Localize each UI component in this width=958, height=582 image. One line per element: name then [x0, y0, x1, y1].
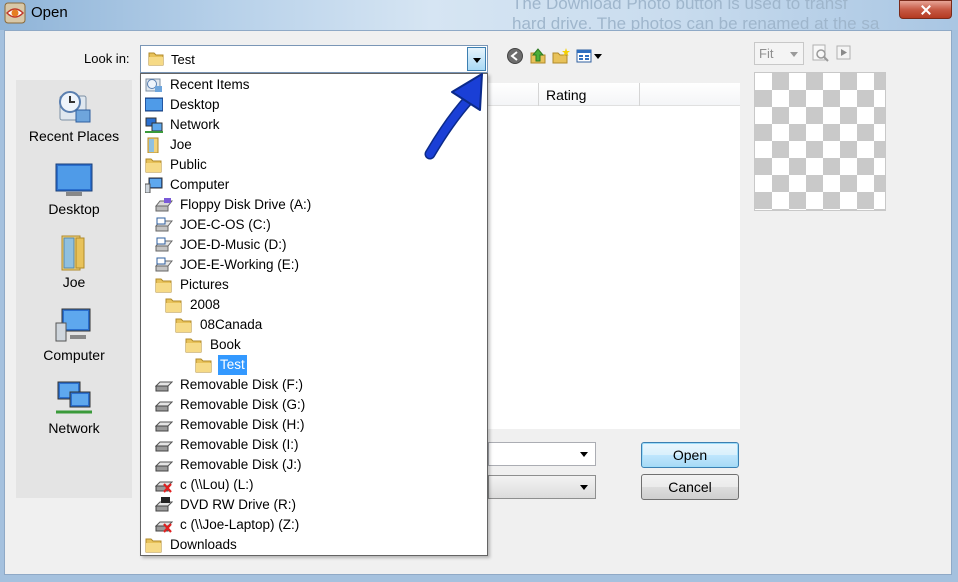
recent-items-icon	[145, 78, 162, 92]
dropdown-item-label: c (\\Joe-Laptop) (Z:)	[180, 517, 300, 532]
computer-icon	[55, 308, 91, 342]
column-header-rating[interactable]: Rating	[546, 87, 586, 103]
title-bar[interactable]: Open The Download Photo button is used t…	[0, 0, 958, 33]
dropdown-item-label: Test	[218, 355, 247, 375]
folder-icon	[145, 158, 162, 173]
user-folder-icon	[147, 137, 159, 153]
hard-drive-icon	[155, 217, 173, 232]
chevron-down-icon[interactable]	[790, 52, 798, 61]
removable-disk-icon	[155, 421, 173, 432]
folder-icon	[165, 298, 182, 313]
folder-icon	[148, 52, 164, 66]
image-preview	[754, 72, 886, 211]
hard-drive-icon	[155, 257, 173, 272]
window-frame-bottom	[0, 575, 958, 582]
recent-places-icon	[59, 91, 91, 123]
column-separator	[538, 83, 539, 106]
file-list-header: Rating	[488, 83, 740, 106]
desktop-icon	[55, 163, 93, 196]
zoom-combobox[interactable]: Fit	[754, 42, 804, 65]
place-label: Computer	[43, 347, 105, 363]
look-in-dropdown-button[interactable]	[467, 47, 486, 71]
removable-disk-icon	[155, 441, 173, 452]
dropdown-item-label: Removable Disk (G:)	[180, 397, 306, 412]
network-icon	[145, 117, 163, 133]
new-folder-icon[interactable]	[552, 47, 570, 65]
window-title: Open	[31, 4, 68, 21]
file-type-combobox[interactable]	[488, 475, 596, 499]
removable-disk-icon	[155, 401, 173, 412]
open-button[interactable]: Open	[641, 442, 739, 468]
file-list[interactable]: Rating	[488, 83, 740, 429]
place-computer[interactable]: Computer	[16, 305, 132, 363]
background-text-line: The Download Photo button is used to tra…	[512, 0, 848, 13]
dropdown-item-label: Downloads	[170, 537, 237, 552]
dvd-drive-icon	[155, 497, 173, 512]
folder-icon	[175, 318, 192, 333]
folder-icon	[155, 278, 172, 293]
window-frame-right	[952, 30, 958, 582]
user-folder-icon	[61, 235, 85, 271]
dropdown-item-label: Computer	[170, 177, 230, 192]
background-window-text: The Download Photo button is used to tra…	[512, 0, 879, 34]
look-in-combobox[interactable]: Test	[140, 45, 488, 73]
close-button[interactable]	[899, 0, 952, 19]
place-network[interactable]: Network	[16, 378, 132, 436]
dropdown-item-label: JOE-C-OS (C:)	[180, 217, 271, 232]
computer-icon	[145, 177, 163, 193]
place-label: Desktop	[48, 201, 100, 217]
place-label: Joe	[62, 274, 86, 290]
folder-icon	[195, 358, 212, 373]
dropdown-item-label: Removable Disk (H:)	[180, 417, 305, 432]
disconnected-network-drive-icon	[155, 481, 173, 493]
dropdown-item-label: Desktop	[170, 97, 220, 112]
places-bar: Recent Places Desktop Joe Computer Netwo…	[16, 80, 132, 498]
blue-arrow-icon	[424, 73, 483, 160]
removable-disk-icon	[155, 381, 173, 392]
dropdown-item-label: Pictures	[180, 277, 229, 292]
place-label: Network	[48, 420, 100, 436]
dropdown-item-label: JOE-E-Working (E:)	[180, 257, 300, 272]
dropdown-item-label: 08Canada	[200, 317, 263, 332]
zoom-preview-icon[interactable]	[811, 44, 829, 62]
network-icon	[56, 381, 92, 414]
dropdown-item-label: DVD RW Drive (R:)	[180, 497, 296, 512]
cancel-button[interactable]: Cancel	[641, 474, 739, 500]
app-icon	[4, 2, 26, 24]
removable-disk-icon	[155, 461, 173, 472]
dropdown-item-label: Joe	[170, 137, 192, 152]
dropdown-item-label: Floppy Disk Drive (A:)	[180, 197, 312, 212]
chevron-down-icon[interactable]	[580, 452, 588, 461]
back-icon[interactable]	[506, 47, 524, 65]
view-menu-icon[interactable]	[576, 47, 604, 65]
dropdown-item-label: 2008	[190, 297, 221, 312]
dropdown-item-label: Book	[210, 337, 241, 352]
disconnected-network-drive-icon	[155, 521, 173, 533]
folder-icon	[145, 538, 162, 553]
floppy-drive-icon	[155, 198, 173, 212]
dropdown-item-label: JOE-D-Music (D:)	[180, 237, 287, 252]
look-in-label: Look in:	[84, 51, 130, 66]
zoom-value: Fit	[759, 46, 774, 61]
dropdown-item-label: Network	[170, 117, 220, 132]
dropdown-item-label: c (\\Lou) (L:)	[180, 477, 254, 492]
column-separator	[639, 83, 640, 106]
chevron-down-icon[interactable]	[580, 485, 588, 494]
place-joe[interactable]: Joe	[16, 232, 132, 290]
place-desktop[interactable]: Desktop	[16, 159, 132, 217]
desktop-icon	[145, 97, 163, 112]
dropdown-item-label: Removable Disk (F:)	[180, 377, 304, 392]
dropdown-item-label: Removable Disk (I:)	[180, 437, 299, 452]
play-preview-icon[interactable]	[836, 45, 852, 61]
hard-drive-icon	[155, 237, 173, 252]
file-name-combobox[interactable]	[488, 442, 596, 466]
dropdown-item-label: Removable Disk (J:)	[180, 457, 302, 472]
dropdown-item-label: Recent Items	[170, 77, 250, 92]
folder-icon	[185, 338, 202, 353]
dropdown-item-label: Public	[170, 157, 207, 172]
up-folder-icon[interactable]	[529, 47, 547, 65]
place-label: Recent Places	[28, 128, 120, 144]
look-in-value: Test	[171, 52, 195, 67]
place-recent-places[interactable]: Recent Places	[16, 86, 132, 144]
